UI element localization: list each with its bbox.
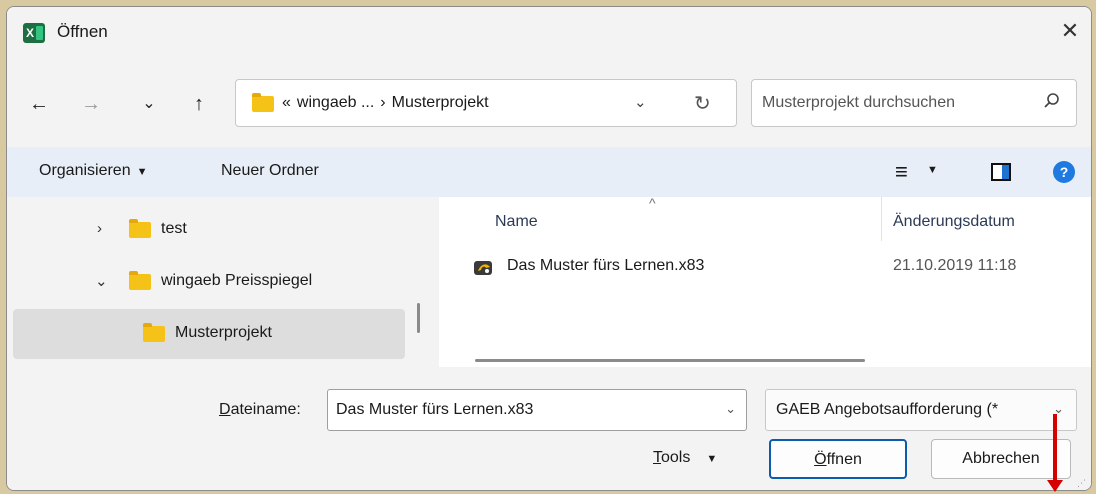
tools-accelerator: T: [653, 449, 661, 466]
filename-field[interactable]: Das Muster fürs Lernen.x83 ⌄: [327, 389, 747, 431]
preview-pane-icon[interactable]: [991, 163, 1011, 181]
search-box[interactable]: [751, 79, 1077, 127]
column-header-name[interactable]: Name: [495, 213, 538, 231]
navigation-pane: › test ⌄ wingaeb Preisspiegel Musterproj…: [7, 197, 431, 367]
open-button[interactable]: Öffnen: [769, 439, 907, 479]
sort-ascending-icon: ^: [649, 195, 656, 211]
tree-item-musterprojekt[interactable]: Musterprojekt: [13, 309, 405, 359]
tree-item-test[interactable]: › test: [13, 205, 405, 255]
tree-item-label: wingaeb Preisspiegel: [161, 272, 313, 289]
back-arrow-icon[interactable]: ←: [25, 91, 53, 117]
caret-down-icon: ▼: [136, 166, 148, 178]
help-icon[interactable]: ?: [1053, 161, 1075, 183]
recent-locations-chevron-icon[interactable]: ⌄: [135, 91, 163, 117]
folder-icon: [129, 271, 151, 290]
tools-label: ools: [661, 449, 691, 466]
folder-icon: [129, 219, 151, 238]
search-icon[interactable]: [1042, 91, 1062, 113]
organize-label: Organisieren: [39, 162, 131, 179]
dialog-footer: Dateiname: Das Muster fürs Lernen.x83 ⌄ …: [7, 367, 1091, 490]
open-label: ffnen: [826, 451, 862, 468]
file-type-value: GAEB Angebotsaufforderung (*: [776, 401, 999, 418]
close-button[interactable]: ✕: [1055, 17, 1085, 47]
filename-label-accelerator: D: [219, 401, 231, 418]
breadcrumb-overflow[interactable]: «: [282, 94, 291, 111]
tree-item-label: Musterprojekt: [175, 324, 272, 341]
refresh-icon[interactable]: ↻: [694, 91, 711, 116]
open-dialog: X Öffnen ✕ ← → ⌄ ↑ « wingaeb ... › Musterpr…: [6, 6, 1092, 491]
navigation-scrollbar[interactable]: [417, 303, 420, 333]
address-dropdown-icon[interactable]: ⌄: [634, 93, 647, 111]
folder-icon: [252, 93, 274, 112]
file-modified-date: 21.10.2019 11:18: [893, 257, 1017, 274]
address-row: ← → ⌄ ↑ « wingaeb ... › Musterprojekt ⌄ ↻: [7, 67, 1091, 137]
resize-grip-icon[interactable]: ⋰: [1077, 478, 1087, 488]
horizontal-scrollbar[interactable]: [475, 359, 865, 362]
view-caret-icon[interactable]: ▼: [927, 164, 938, 176]
tools-button[interactable]: Tools ▼: [653, 449, 717, 467]
breadcrumb-separator[interactable]: ›: [380, 94, 385, 111]
cancel-button[interactable]: Abbrechen: [931, 439, 1071, 479]
excel-icon-letter: X: [26, 26, 35, 40]
breadcrumb-item-wingaeb[interactable]: wingaeb ...: [297, 94, 374, 111]
column-header-modified[interactable]: Änderungsdatum: [893, 213, 1015, 231]
file-list: ^ Name Änderungsdatum Das Muster fürs Le…: [439, 195, 1091, 367]
tree-item-wingaeb-preisspiegel[interactable]: ⌄ wingaeb Preisspiegel: [13, 257, 405, 307]
breadcrumb: « wingaeb ... › Musterprojekt: [282, 94, 495, 112]
chevron-down-icon[interactable]: ⌄: [725, 401, 736, 417]
file-name: Das Muster fürs Lernen.x83: [507, 257, 705, 274]
up-arrow-icon[interactable]: ↑: [185, 91, 213, 117]
folder-icon: [143, 323, 165, 342]
tree-item-label: test: [161, 220, 187, 237]
view-options-icon[interactable]: ≡: [895, 159, 908, 185]
caret-down-icon: ▼: [706, 453, 718, 465]
open-accelerator: Ö: [814, 451, 827, 468]
forward-arrow-icon[interactable]: →: [77, 91, 105, 117]
organize-button[interactable]: Organisieren ▼: [39, 162, 148, 180]
new-folder-button[interactable]: Neuer Ordner: [221, 162, 319, 180]
gaeb-file-icon: [474, 261, 492, 275]
command-bar: Organisieren ▼ Neuer Ordner ≡ ▼ ?: [7, 147, 1091, 197]
chevron-down-icon[interactable]: ⌄: [95, 272, 108, 290]
filename-label: Dateiname:: [219, 401, 301, 419]
filename-value[interactable]: Das Muster fürs Lernen.x83: [336, 401, 533, 419]
breadcrumb-item-musterprojekt[interactable]: Musterprojekt: [392, 94, 489, 111]
chevron-right-icon[interactable]: ›: [97, 220, 102, 237]
address-bar[interactable]: « wingaeb ... › Musterprojekt ⌄ ↻: [235, 79, 737, 127]
title-bar: X Öffnen ✕: [7, 7, 1091, 59]
window-title: Öffnen: [57, 22, 108, 41]
search-input[interactable]: [762, 92, 1022, 114]
column-separator[interactable]: [881, 197, 882, 241]
annotation-arrow: [1047, 414, 1063, 492]
filename-label-text: ateiname:: [230, 401, 301, 418]
file-row[interactable]: Das Muster fürs Lernen.x83 21.10.2019 11…: [439, 249, 1091, 287]
excel-icon: X: [23, 23, 45, 43]
file-type-select[interactable]: GAEB Angebotsaufforderung (* ⌄: [765, 389, 1077, 431]
